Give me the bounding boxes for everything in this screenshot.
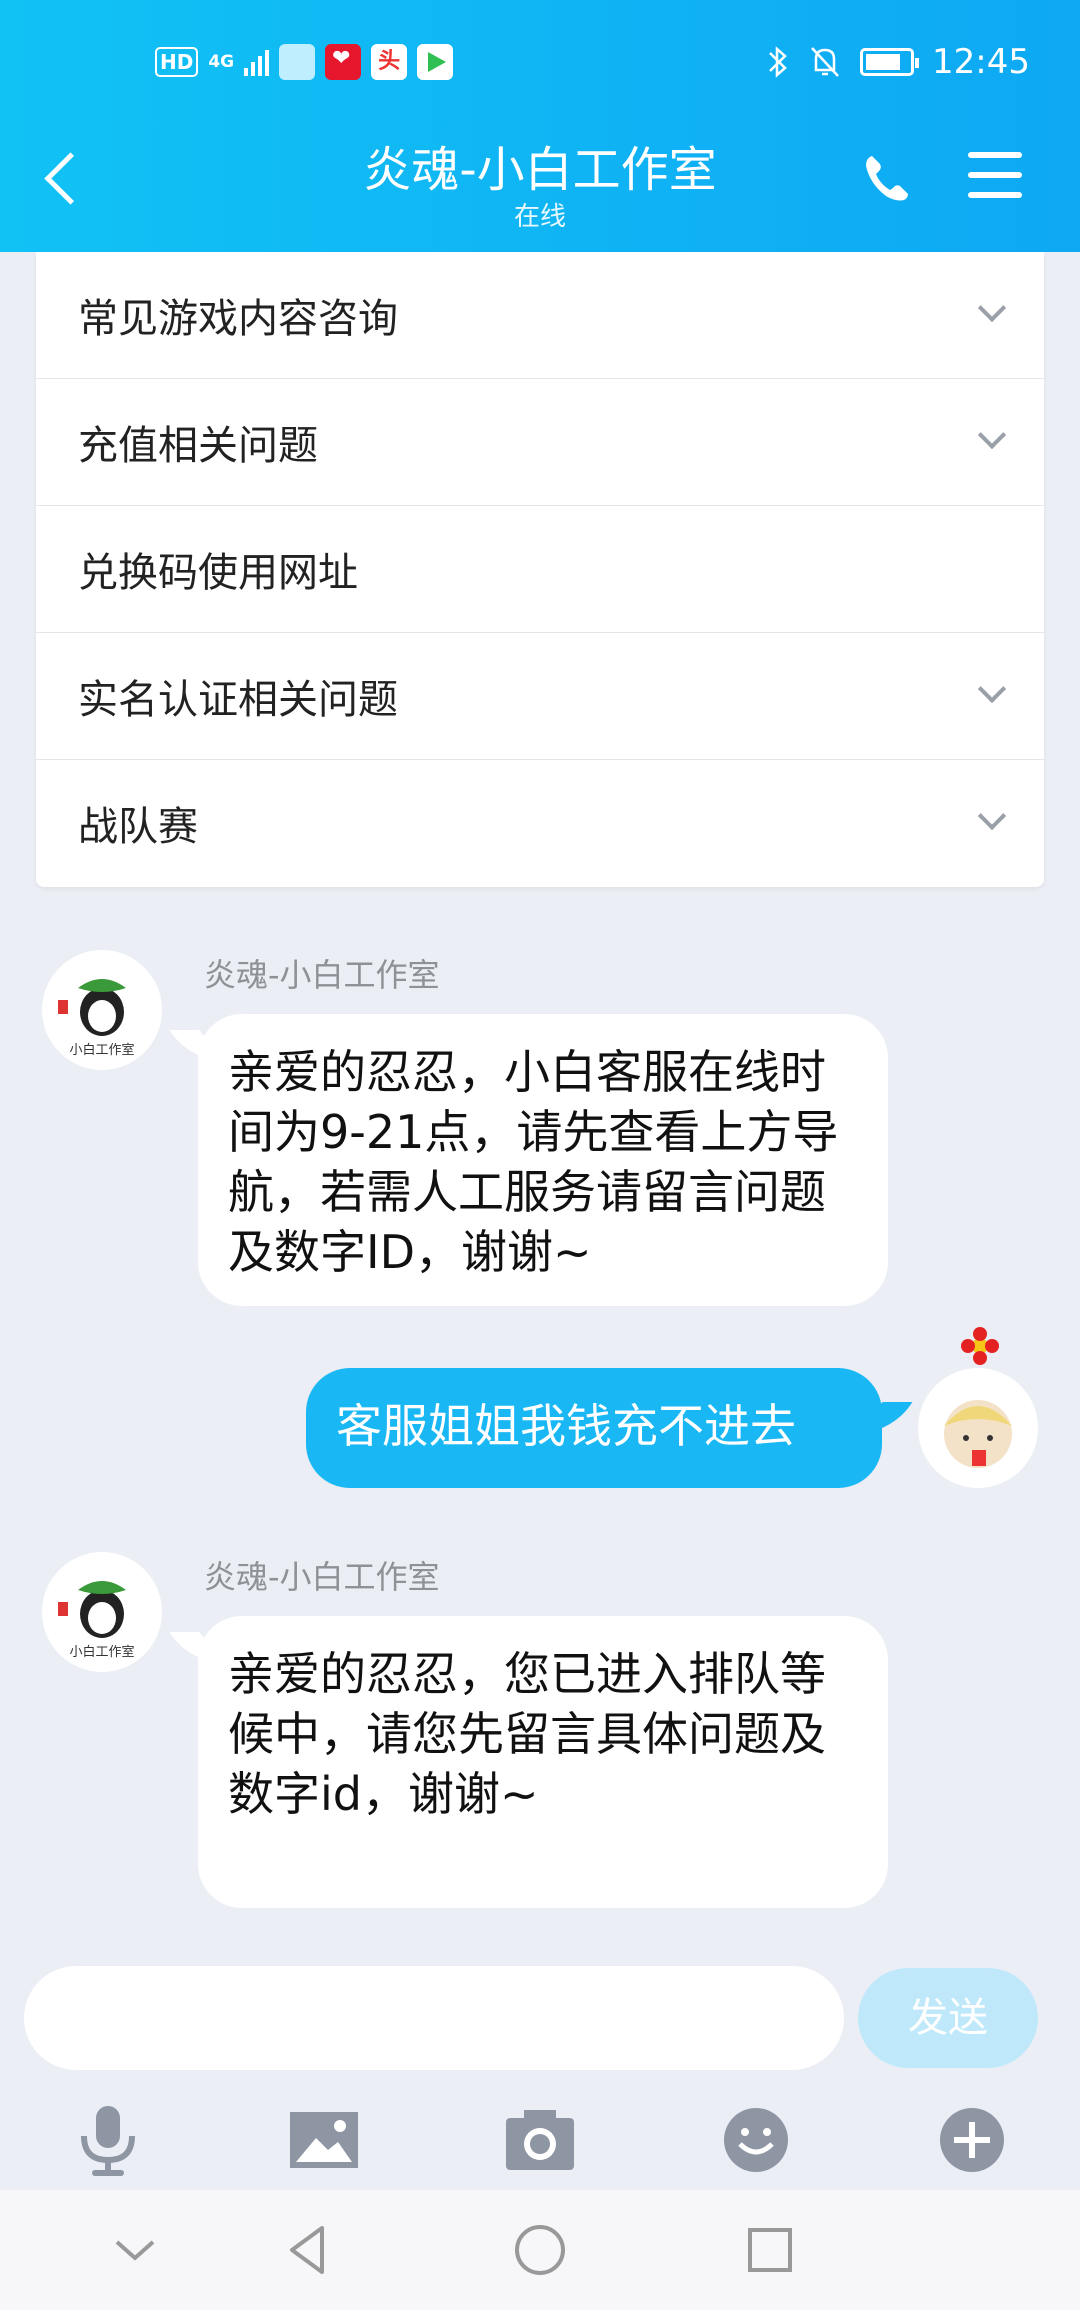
plus-icon[interactable] — [932, 2100, 1012, 2180]
hd-badge: HD — [155, 47, 199, 77]
app-notification-icon: 头 — [371, 44, 408, 80]
agent-avatar[interactable]: 小白工作室 — [42, 1552, 162, 1672]
svg-text:小白工作室: 小白工作室 — [69, 1042, 134, 1058]
faq-item[interactable]: 战队赛 — [36, 760, 1044, 887]
input-toolbar — [0, 2100, 1080, 2190]
faq-navigation: 常见游戏内容咨询 充值相关问题 兑换码使用网址 实名认证相关问题 战队赛 — [36, 252, 1044, 887]
chevron-down-icon[interactable] — [105, 2220, 165, 2280]
back-icon[interactable] — [42, 150, 78, 210]
flower-decoration-icon — [961, 1327, 999, 1365]
message-bubble-outgoing[interactable]: 客服姐姐我钱充不进去 — [306, 1368, 882, 1488]
chat-header: HD 4G 头 12:45 炎魂-小白工作室 在线 — [0, 0, 1080, 252]
cartoon-avatar-icon — [944, 1400, 1012, 1468]
message-bubble-incoming[interactable]: 亲爱的忍忍，您已进入排队等候中，请您先留言具体问题及数字id，谢谢~ — [198, 1616, 888, 1908]
emoji-icon[interactable] — [716, 2100, 796, 2180]
network-type: 4G — [208, 52, 235, 72]
faq-item-label: 兑换码使用网址 — [78, 550, 358, 596]
camera-icon[interactable] — [500, 2100, 580, 2180]
message-bubble-incoming[interactable]: 亲爱的忍忍，小白客服在线时间为9-21点，请先查看上方导航，若需人工服务请留言问… — [198, 1014, 888, 1306]
faq-item[interactable]: 充值相关问题 — [36, 379, 1044, 506]
chevron-down-icon — [977, 420, 1007, 450]
nav-back-icon[interactable] — [278, 2220, 338, 2280]
phone-icon[interactable] — [860, 150, 916, 206]
panda-avatar-icon: 小白工作室 — [58, 1581, 135, 1660]
sender-name: 炎魂-小白工作室 — [204, 1558, 440, 1596]
message-input[interactable] — [24, 1966, 844, 2070]
sender-name: 炎魂-小白工作室 — [204, 956, 440, 994]
online-status: 在线 — [513, 202, 566, 232]
signal-icon — [244, 48, 270, 76]
faq-item[interactable]: 兑换码使用网址 — [36, 506, 1044, 633]
faq-item-label: 战队赛 — [78, 804, 198, 850]
menu-icon[interactable] — [968, 152, 1024, 200]
faq-item-label: 常见游戏内容咨询 — [78, 296, 398, 342]
chevron-down-icon — [977, 801, 1007, 831]
panda-avatar-icon: 小白工作室 — [58, 979, 135, 1058]
chevron-down-icon — [977, 674, 1007, 704]
faq-item[interactable]: 实名认证相关问题 — [36, 633, 1044, 760]
battery-icon — [860, 48, 920, 76]
bluetooth-icon — [769, 46, 787, 78]
image-icon[interactable] — [284, 2100, 364, 2180]
agent-avatar[interactable]: 小白工作室 — [42, 950, 162, 1070]
app-notification-icon — [279, 44, 316, 80]
play-app-icon — [417, 44, 454, 80]
system-navigation-bar — [0, 2190, 1080, 2310]
nav-recents-icon[interactable] — [740, 2220, 800, 2280]
faq-item-label: 实名认证相关问题 — [78, 677, 398, 723]
send-button[interactable]: 发送 — [858, 1968, 1038, 2068]
svg-text:小白工作室: 小白工作室 — [69, 1644, 134, 1660]
nav-home-icon[interactable] — [510, 2220, 570, 2280]
microphone-icon[interactable] — [68, 2100, 148, 2180]
status-bar: HD 4G 头 12:45 — [0, 30, 1080, 94]
faq-item[interactable]: 常见游戏内容咨询 — [36, 252, 1044, 379]
chevron-down-icon — [977, 293, 1007, 323]
user-avatar[interactable] — [918, 1368, 1038, 1488]
mute-bell-icon — [811, 47, 839, 77]
faq-item-label: 充值相关问题 — [78, 423, 318, 469]
heart-app-icon — [325, 44, 362, 80]
clock: 12:45 — [932, 42, 1030, 82]
chat-title: 炎魂-小白工作室 — [363, 142, 717, 198]
